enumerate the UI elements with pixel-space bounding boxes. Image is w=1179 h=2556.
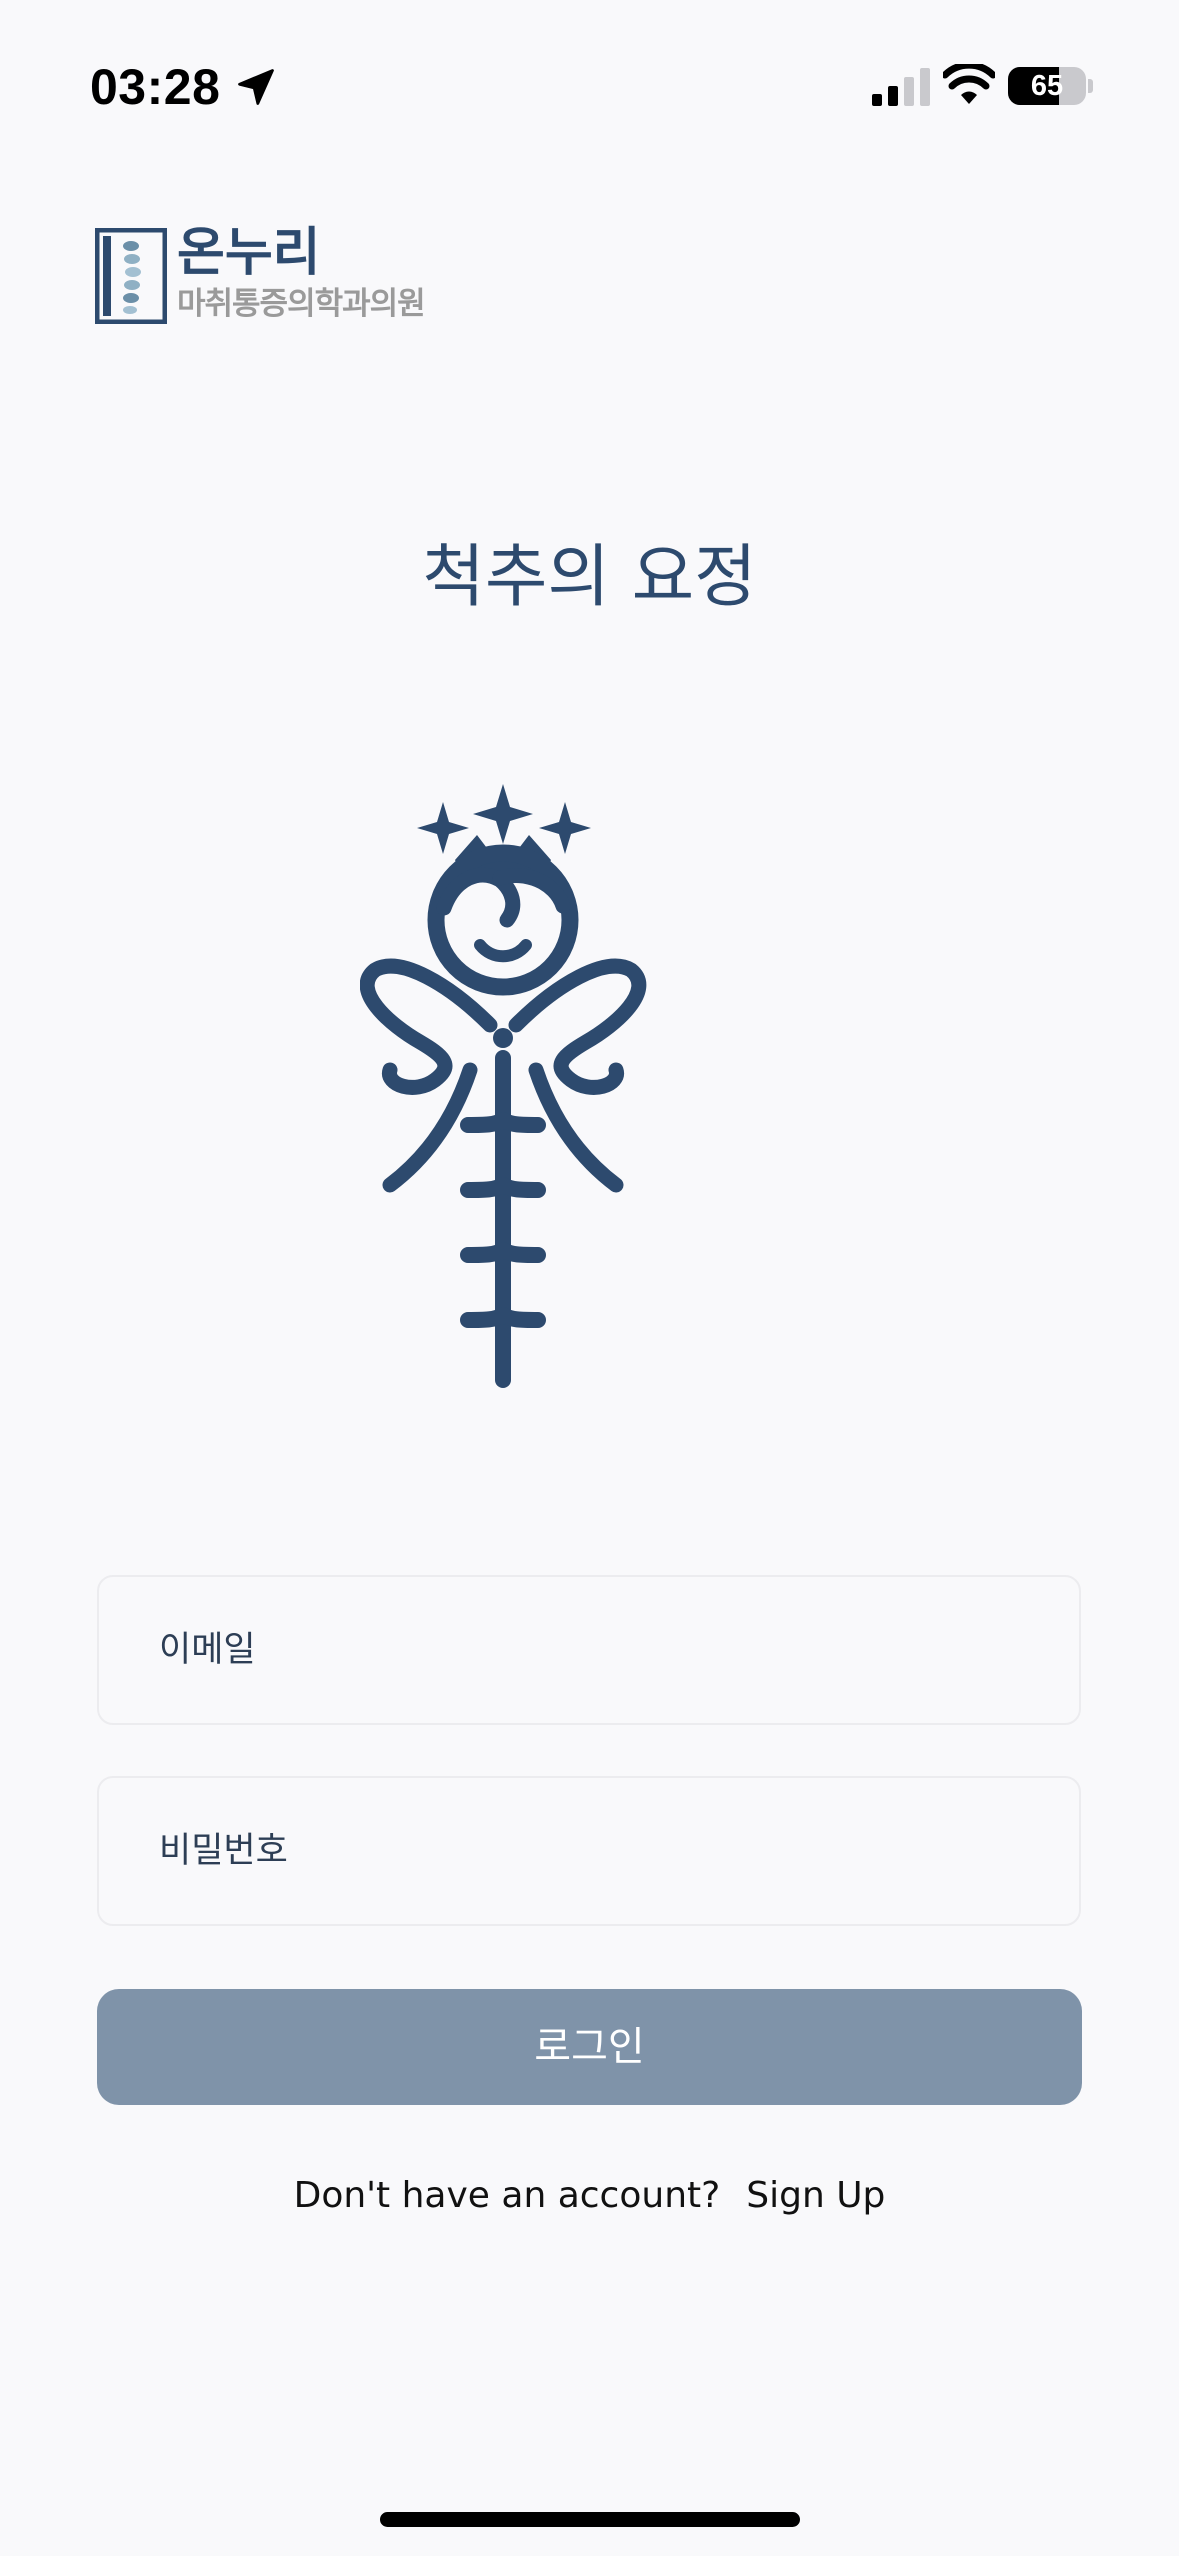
status-bar: 03:28 65	[0, 0, 1179, 175]
app-title: 척추의 요정	[422, 538, 757, 617]
spine-fairy-mascot-icon	[360, 784, 647, 1388]
battery-indicator: 65	[1008, 67, 1086, 105]
clinic-name: 온누리	[177, 223, 321, 283]
signup-prompt: Don't have an account?	[293, 2175, 721, 2216]
clinic-logo: 온누리 마취통증의학과의원	[95, 223, 465, 326]
spine-logo-icon	[95, 228, 167, 324]
signup-row: Don't have an account? Sign Up	[0, 2166, 1179, 2226]
home-indicator[interactable]	[380, 2512, 800, 2527]
cellular-signal-icon	[872, 68, 930, 106]
email-field[interactable]	[97, 1575, 1081, 1725]
location-arrow-icon	[238, 69, 274, 105]
battery-cap	[1088, 79, 1093, 93]
password-field[interactable]	[97, 1776, 1081, 1926]
login-screen: 03:28 65 온누리 마취통증의학과의원 척추의 요정 이메일 로그인 Do…	[0, 0, 1179, 2556]
login-button[interactable]: 로그인	[97, 1989, 1082, 2105]
wifi-icon	[943, 64, 995, 104]
battery-percent: 65	[1030, 70, 1064, 102]
clinic-subtitle: 마취통증의학과의원	[177, 286, 426, 322]
signup-link[interactable]: Sign Up	[746, 2175, 885, 2216]
status-time: 03:28	[90, 59, 221, 115]
